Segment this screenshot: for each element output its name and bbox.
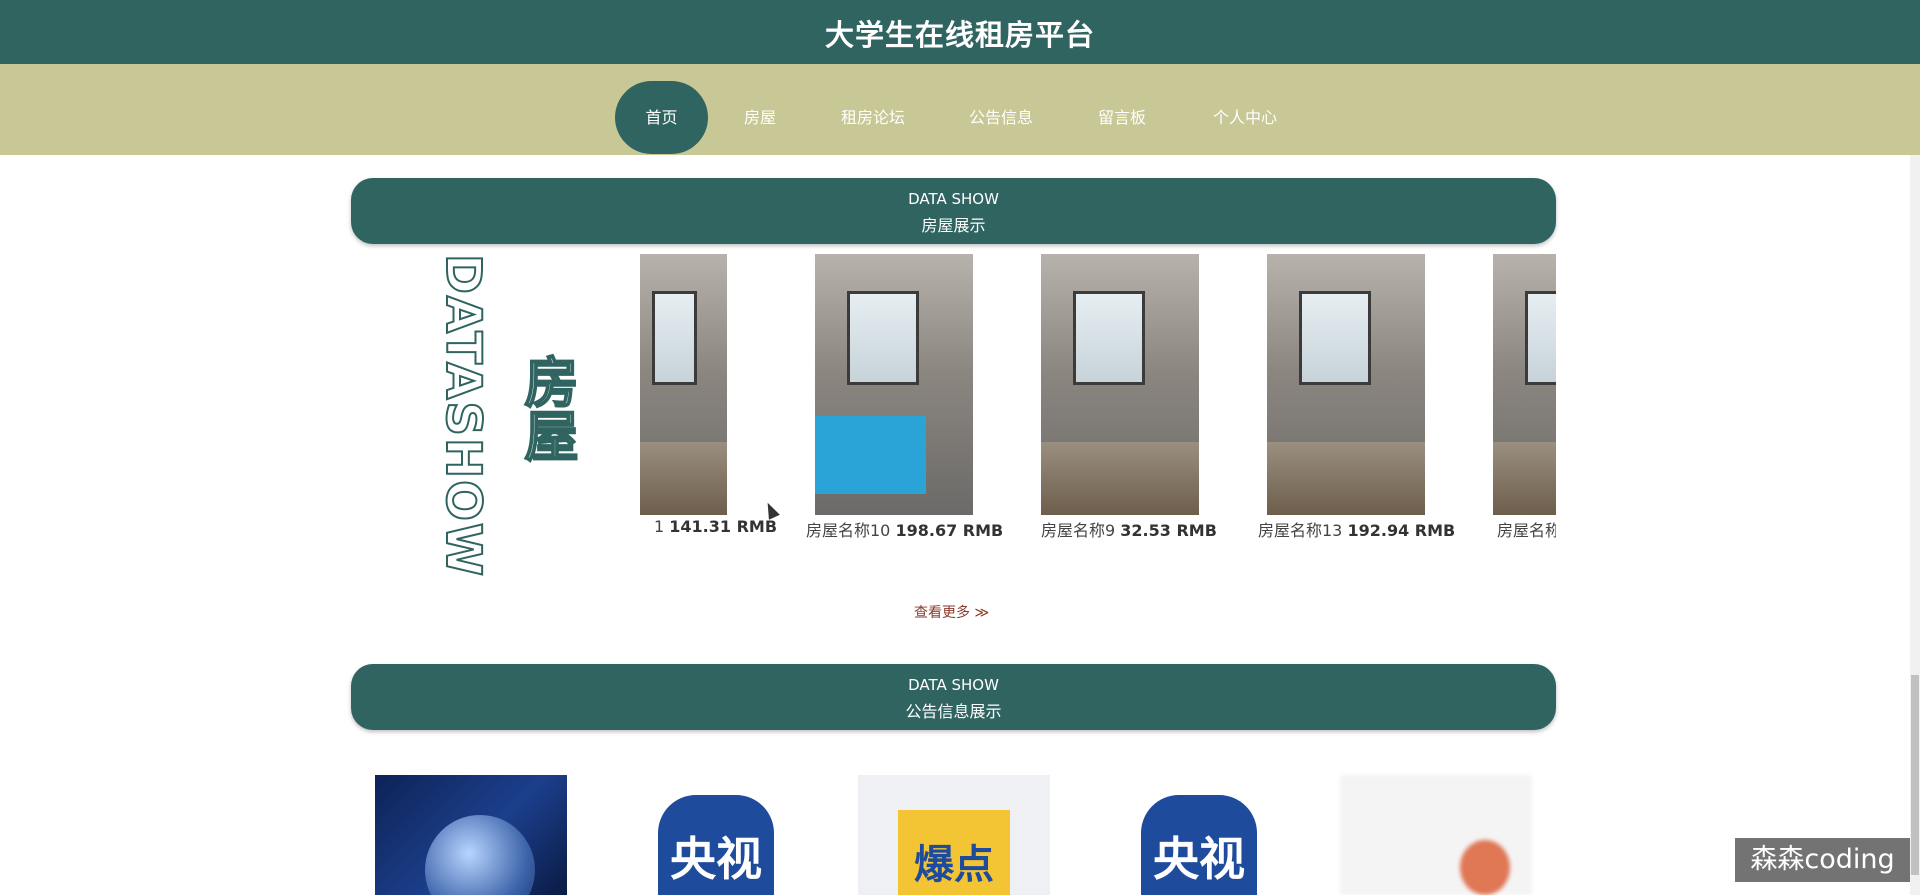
house-section-header: DATA SHOW 房屋展示 — [351, 178, 1556, 244]
house-window — [1072, 290, 1145, 386]
house-caption: 房屋名称 — [1497, 517, 1556, 541]
site-title: 大学生在线租房平台 — [824, 18, 1095, 52]
notice-section-cn: 公告信息展示 — [905, 702, 1002, 721]
house-window — [1298, 290, 1371, 386]
house-section-cn: 房屋展示 — [921, 216, 986, 235]
notice-thumbnail[interactable]: 爆点 — [858, 775, 1050, 895]
house-window — [846, 290, 919, 386]
house-photo[interactable] — [640, 254, 727, 515]
house-card[interactable]: 房屋名称 — [1493, 252, 1556, 552]
cctv-logo: 央视 — [658, 795, 774, 895]
house-card[interactable]: 房屋名称9 32.53 RMB — [1041, 252, 1217, 552]
site-header: 大学生在线租房平台 — [0, 0, 1920, 64]
nav-item-notices[interactable]: 公告信息 — [969, 81, 1033, 154]
house-caption: 房屋名称13 192.94 RMB — [1258, 517, 1498, 541]
house-card[interactable]: 房屋名称10 198.67 RMB — [806, 252, 1003, 552]
nav-item-forum[interactable]: 租房论坛 — [841, 81, 905, 154]
notice-thumbnail[interactable]: 央视 — [616, 775, 808, 895]
notice-thumbnail[interactable] — [375, 775, 567, 895]
house-floor — [1493, 441, 1556, 515]
house-name: 房屋名称13 — [1258, 521, 1343, 540]
house-price: 198.67 RMB — [895, 521, 1004, 540]
scrollbar-thumb[interactable] — [1911, 675, 1919, 875]
house-name: 1 — [654, 517, 665, 536]
house-price: 141.31 RMB — [669, 517, 778, 536]
breaking-news-logo: 爆点 — [898, 810, 1010, 895]
house-section-en: DATA SHOW — [908, 190, 999, 208]
house-floor — [1267, 441, 1425, 515]
house-bed — [815, 415, 926, 495]
watermark: 森森coding — [1735, 838, 1910, 882]
notice-section-en: DATA SHOW — [908, 676, 999, 694]
main-nav: 首页 房屋 租房论坛 公告信息 留言板 个人中心 — [0, 64, 1920, 155]
globe-icon — [425, 815, 535, 895]
house-price: 192.94 RMB — [1347, 521, 1456, 540]
notice-section-header: DATA SHOW 公告信息展示 — [351, 664, 1556, 730]
house-name: 房屋名称10 — [806, 521, 891, 540]
house-carousel[interactable]: 1 141.31 RMB 房屋名称10 198.67 RMB 房屋名称9 32.… — [640, 252, 1556, 552]
house-price: 32.53 RMB — [1120, 521, 1217, 540]
notice-list: 央视 爆点 央视 — [375, 775, 1555, 895]
datashow-vertical-title: DATASHOW — [434, 253, 492, 579]
house-floor — [640, 441, 727, 515]
house-card[interactable]: 1 141.31 RMB — [640, 252, 777, 552]
house-card[interactable]: 房屋名称13 192.94 RMB — [1258, 252, 1455, 552]
cctv-logo: 央视 — [1141, 795, 1257, 895]
house-caption: 房屋名称9 32.53 RMB — [1041, 517, 1281, 541]
house-photo[interactable] — [1267, 254, 1425, 515]
blurred-image — [1460, 840, 1510, 895]
house-window — [1524, 290, 1556, 386]
house-floor — [1041, 441, 1199, 515]
view-more-link[interactable]: 查看更多 ≫ — [914, 602, 989, 622]
house-vertical-title: 房屋 — [514, 353, 579, 463]
house-window — [651, 290, 698, 386]
house-photo[interactable] — [1493, 254, 1556, 515]
page-scrollbar[interactable] — [1910, 155, 1920, 895]
nav-item-house[interactable]: 房屋 — [744, 81, 776, 154]
house-name: 房屋名称 — [1497, 521, 1556, 540]
notice-thumbnail[interactable]: 央视 — [1099, 775, 1291, 895]
house-name: 房屋名称9 — [1041, 521, 1116, 540]
notice-thumbnail[interactable] — [1340, 775, 1532, 895]
nav-item-messages[interactable]: 留言板 — [1098, 81, 1146, 154]
nav-item-home[interactable]: 首页 — [615, 81, 708, 154]
house-caption: 房屋名称10 198.67 RMB — [806, 517, 1046, 541]
nav-item-profile[interactable]: 个人中心 — [1213, 81, 1277, 154]
house-photo[interactable] — [815, 254, 973, 515]
house-photo[interactable] — [1041, 254, 1199, 515]
